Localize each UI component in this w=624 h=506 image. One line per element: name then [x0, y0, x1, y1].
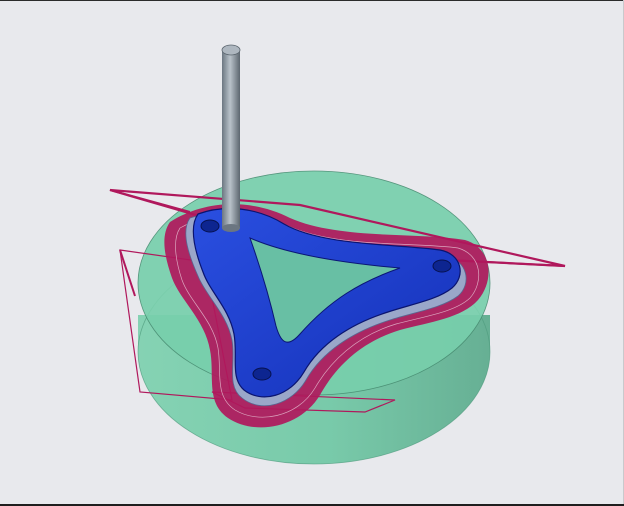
- machining-simulation-scene[interactable]: [0, 0, 624, 506]
- toolpath-line-3: [119, 249, 136, 297]
- workpiece-hole-3: [252, 367, 272, 381]
- tool-top-cap: [221, 44, 241, 56]
- tool-shank: [222, 50, 240, 228]
- cutting-tool[interactable]: [221, 44, 241, 232]
- tool-tip: [222, 224, 240, 232]
- workpiece-hole-2: [432, 259, 452, 273]
- cam-3d-viewport[interactable]: [0, 0, 624, 506]
- workpiece-hole-1: [200, 219, 220, 233]
